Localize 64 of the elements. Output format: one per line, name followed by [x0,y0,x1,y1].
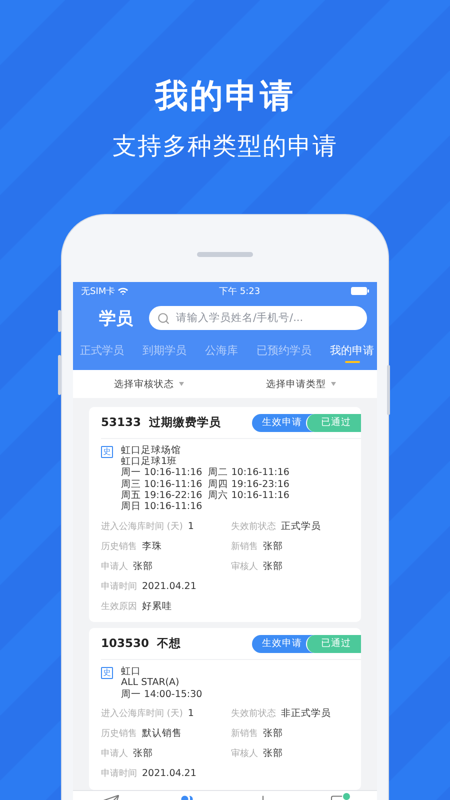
field-value: 正式学员 [281,520,321,533]
field-value: 默认销售 [142,727,182,740]
page-title: 学员 [99,308,133,330]
field-value: 张部 [263,747,283,760]
field-label: 历史销售 [101,728,137,740]
schedule-line: 周日 10:16-11:16 [121,501,204,512]
schedule-line: 虹口 [121,666,142,678]
schedule-line: 周三 10:16-11:16 周四 19:16-23:16 [121,478,290,490]
tab[interactable]: 我的申请 [330,336,374,370]
search-icon [157,312,170,324]
field-value: 张部 [263,560,283,573]
card-title: 103530 不想 [101,636,182,652]
field-value: 好累哇 [142,600,172,613]
field-label: 申请人 [101,560,128,573]
field-label: 申请时间 [101,768,137,780]
filter-dropdown[interactable]: 选择申请类型 [266,378,336,390]
field-label: 进入公海库时间 (天) [101,520,183,533]
field-value: 2021.04.21 [142,580,196,592]
field-label: 申请人 [101,748,128,760]
filter-dropdown[interactable]: 选择审核状态 [114,378,184,390]
field-label: 生效原因 [101,600,137,613]
field-value: 1 [188,520,194,532]
history-tag: 史 [101,667,113,680]
wifi-icon [118,287,128,295]
tab[interactable]: 正式学员 [80,336,124,370]
schedule-line: 虹口足球1班 [121,456,178,468]
field-label: 审核人 [231,748,258,760]
field-value: 张部 [133,560,153,573]
schedule-line: 虹口足球场馆 [121,445,182,456]
field-label: 失效前状态 [231,520,276,533]
field-value: 1 [188,708,194,720]
field-label: 进入公海库时间 (天) [101,708,183,720]
field-value: 张部 [263,540,283,553]
field-label: 新销售 [231,540,258,553]
schedule-line: 周一 10:16-11:16 周二 10:16-11:16 [121,467,290,479]
status-time: 下午 5:23 [219,286,260,298]
caret-icon [179,382,184,386]
tab[interactable]: 公海库 [205,336,238,370]
field-value: 李珠 [142,540,162,553]
schedule-line: 周一 14:00-15:30 [121,688,202,700]
field-label: 新销售 [231,728,258,740]
tab[interactable]: 到期学员 [142,336,186,370]
field-label: 审核人 [231,560,258,573]
status-badge: 已通过 [306,414,361,432]
headline-title: 我的申请 [155,75,295,117]
history-tag: 史 [101,446,113,458]
schedule-line: ALL STAR(A) [121,677,180,689]
status-badge: 已通过 [306,634,361,653]
field-value: 2021.04.21 [142,768,196,780]
battery-icon [351,287,369,295]
field-label: 历史销售 [101,540,137,553]
field-label: 申请时间 [101,580,137,593]
field-label: 失效前状态 [231,708,276,720]
search-field[interactable]: 请输入学员姓名/手机号/... [149,306,367,330]
headline-subtitle: 支持多种类型的申请 [112,131,338,162]
field-value: 张部 [133,747,153,760]
tab[interactable]: 已预约学员 [256,336,312,370]
schedule-line: 周五 19:16-22:16 周六 10:16-11:16 [121,490,290,502]
caret-icon [331,382,336,386]
field-value: 张部 [263,727,283,740]
card-title: 53133 过期缴费学员 [101,415,222,430]
carrier-text: 无SIM卡 [81,286,116,298]
field-value: 非正式学员 [281,707,331,720]
phone-speaker [197,252,253,257]
